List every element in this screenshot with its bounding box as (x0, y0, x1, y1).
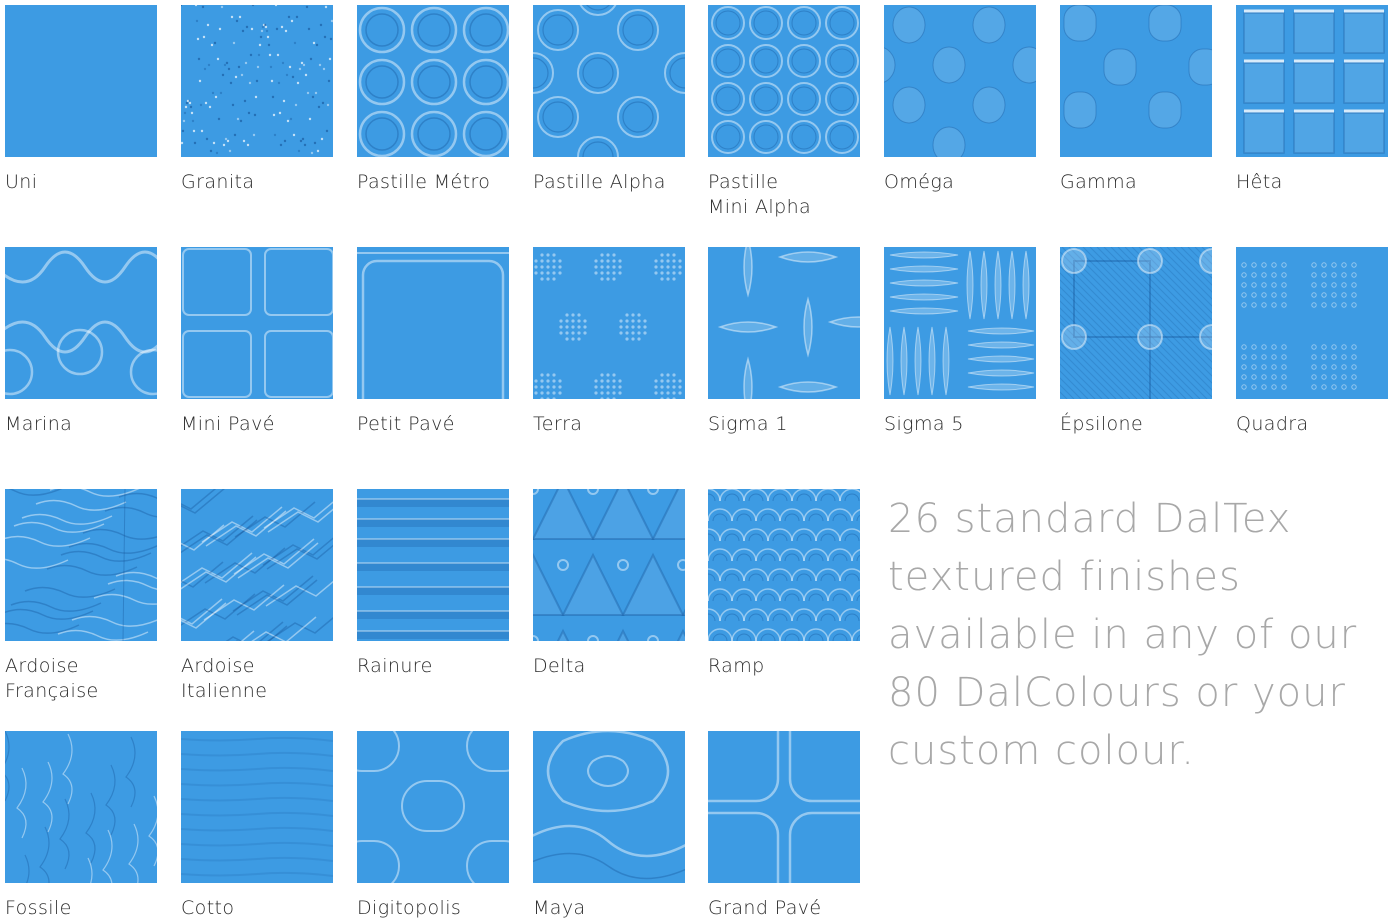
finish-tile-fossile: Fossile (5, 731, 157, 921)
headline: 26 standard DalTex textured finishes ava… (888, 490, 1388, 780)
finish-tile-gamma: Gamma (1060, 5, 1212, 195)
finish-tile-cotto: Cotto (181, 731, 333, 921)
finish-label: Pastille Alpha (533, 171, 666, 193)
texture-swatch (5, 247, 157, 399)
texture-swatch (357, 731, 509, 883)
headline-line: custom colour. (888, 728, 1195, 774)
texture-swatch (181, 489, 333, 641)
finish-tile-digitopolis: Digitopolis (357, 731, 509, 921)
finish-label: Digitopolis (357, 897, 462, 919)
finish-tile-uni: Uni (5, 5, 157, 195)
texture-swatch (708, 247, 860, 399)
finish-tile-ardoise-italienne: Ardoise Italienne (181, 489, 333, 704)
texture-swatch (5, 5, 157, 157)
finish-tile-pastille-metro: Pastille Métro (357, 5, 509, 195)
texture-swatch (1236, 5, 1388, 157)
texture-swatch (884, 247, 1036, 399)
texture-swatch (884, 5, 1036, 157)
texture-swatch (708, 489, 860, 641)
finish-tile-heta: Hêta (1236, 5, 1388, 195)
finish-label: Oméga (884, 171, 955, 193)
texture-swatch (181, 731, 333, 883)
headline-line: available in any of our (888, 612, 1358, 658)
texture-swatch (533, 731, 685, 883)
finish-tile-pastille-alpha: Pastille Alpha (533, 5, 685, 195)
texture-swatch (533, 247, 685, 399)
texture-swatch (357, 489, 509, 641)
texture-swatch (5, 489, 157, 641)
finish-label: Maya (533, 897, 586, 919)
finish-label: Pastille Mini Alpha (708, 171, 812, 218)
finish-label: Granita (181, 171, 255, 193)
finish-label: Sigma 5 (884, 413, 964, 435)
finish-tile-sigma-1: Sigma 1 (708, 247, 860, 437)
finish-label: Épsilone (1060, 413, 1144, 435)
finish-label: Ardoise Italienne (181, 655, 268, 702)
finish-label: Pastille Métro (357, 171, 491, 193)
finish-tile-ramp: Ramp (708, 489, 860, 679)
finish-tile-quadra: Quadra (1236, 247, 1388, 437)
finish-label: Hêta (1236, 171, 1283, 193)
finish-tile-omega: Oméga (884, 5, 1036, 195)
headline-line: textured finishes (888, 554, 1241, 600)
texture-swatch (708, 731, 860, 883)
texture-swatch (1060, 5, 1212, 157)
finish-label: Sigma 1 (708, 413, 788, 435)
finish-tile-ardoise-francaise: Ardoise Française (5, 489, 157, 704)
finish-label: Rainure (357, 655, 433, 677)
finish-label: Terra (533, 413, 583, 435)
finish-label: Delta (533, 655, 586, 677)
finish-tile-rainure: Rainure (357, 489, 509, 679)
texture-swatch (708, 5, 860, 157)
finish-label: Uni (5, 171, 38, 193)
finish-label: Mini Pavé (181, 413, 275, 435)
finish-label: Ardoise Française (5, 655, 99, 702)
texture-swatch (181, 5, 333, 157)
finish-label: Ramp (708, 655, 765, 677)
texture-swatch (357, 247, 509, 399)
finish-tile-petit-pave: Petit Pavé (357, 247, 509, 437)
finish-tile-mini-pave: Mini Pavé (181, 247, 333, 437)
finish-tile-delta: Delta (533, 489, 685, 679)
finish-tile-granita: Granita (181, 5, 333, 195)
finish-tile-sigma-5: Sigma 5 (884, 247, 1036, 437)
finish-label: Fossile (5, 897, 72, 919)
texture-swatch (5, 731, 157, 883)
finish-tile-maya: Maya (533, 731, 685, 921)
texture-swatch (1060, 247, 1212, 399)
headline-line: 26 standard DalTex (888, 496, 1292, 542)
finish-tile-terra: Terra (533, 247, 685, 437)
finish-label: Gamma (1060, 171, 1138, 193)
texture-swatch (1236, 247, 1388, 399)
finish-label: Marina (5, 413, 73, 435)
texture-swatch (533, 5, 685, 157)
texture-swatch (181, 247, 333, 399)
finish-tile-pastille-mini-alpha: Pastille Mini Alpha (708, 5, 860, 220)
finish-label: Grand Pavé (708, 897, 822, 919)
headline-line: 80 DalColours or your (888, 670, 1346, 716)
finish-tile-epsilone: Épsilone (1060, 247, 1212, 437)
finish-label: Cotto (181, 897, 235, 919)
finish-label: Quadra (1236, 413, 1309, 435)
texture-swatch (357, 5, 509, 157)
finish-tile-grand-pave: Grand Pavé (708, 731, 860, 921)
finish-tile-marina: Marina (5, 247, 157, 437)
texture-swatch (533, 489, 685, 641)
finish-label: Petit Pavé (357, 413, 455, 435)
